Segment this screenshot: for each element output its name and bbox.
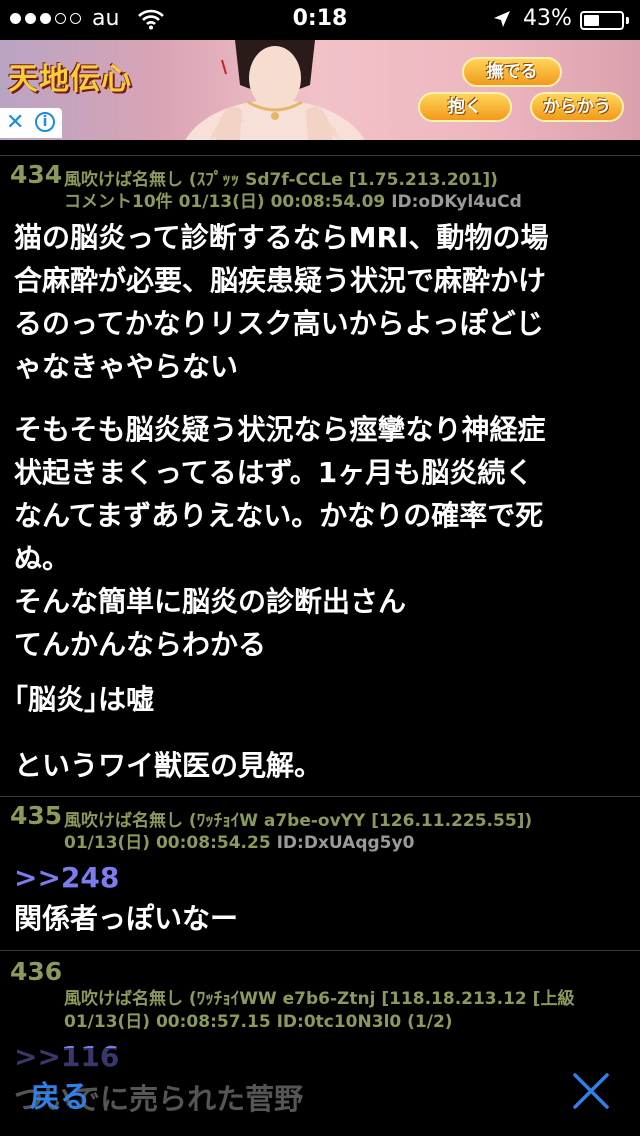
ad-close-icon[interactable]: ✕ <box>6 110 24 135</box>
location-arrow-icon <box>494 11 510 27</box>
post-datetime: 01/13(日) 00:08:54.09 <box>178 192 386 212</box>
post-meta-line: 01/13(日) 00:08:57.15 ID:0tc10N3l0 (1/2) <box>64 1012 453 1032</box>
post-435: 435 風吹けば名無し (ﾜｯﾁｮｲW a7be-ovYY [126.11.22… <box>0 797 640 949</box>
comment-count[interactable]: コメント10件 <box>64 192 173 212</box>
post-id[interactable]: ID:DxUAqg5y0 <box>277 833 415 853</box>
post-datetime: 01/13(日) 00:08:54.25 <box>64 833 271 853</box>
post-id[interactable]: ID:oDKyl4uCd <box>391 192 522 212</box>
ad-character-image <box>185 40 365 140</box>
ad-button-hug[interactable]: 抱く <box>418 92 512 122</box>
post-number[interactable]: 435 <box>10 801 62 830</box>
post-paragraph: そもそも脳炎疑う状況なら痙攣なり神経症 状起きまくってるはず。1ヶ月も脳炎続く … <box>14 413 546 661</box>
back-button[interactable]: 戻る <box>30 1072 90 1116</box>
battery-percent: 43% <box>523 6 572 31</box>
ad-info-icon[interactable]: i <box>35 112 55 132</box>
post-name-line: 風吹けば名無し (ﾜｯﾁｮｲWW e7b6-Ztnj [118.18.213.1… <box>64 989 575 1009</box>
post-number[interactable]: 436 <box>10 957 62 986</box>
post-434: 434 風吹けば名無し (ｽﾌﾟｯｯ Sd7f-CCLe [1.75.213.2… <box>0 156 640 796</box>
battery-icon <box>580 11 624 30</box>
ad-banner[interactable]: 天地伝心 撫でる 抱く からかう ✕ i <box>0 40 640 140</box>
post-meta-line: コメント10件 01/13(日) 00:08:54.09 ID:oDKyl4uC… <box>64 187 522 212</box>
status-bar: au 0:18 43% <box>0 0 640 40</box>
post-paragraph: というワイ獣医の見解。 <box>14 749 323 782</box>
post-number[interactable]: 434 <box>10 160 62 189</box>
battery-tip <box>626 17 629 24</box>
post-paragraph: ｢脳炎｣は嘘 <box>14 683 155 716</box>
ad-choices: ✕ i <box>0 108 62 138</box>
post-paragraph: 猫の脳炎って診断するならMRI、動物の場 合麻酔が必要、脳疾患疑う状況で麻酔かけ… <box>14 221 549 383</box>
close-icon[interactable] <box>572 1072 610 1110</box>
ad-logo: 天地伝心 <box>8 62 132 97</box>
reply-anchor-link[interactable]: >>248 <box>14 861 119 894</box>
post-paragraph: 関係者っぽいなー <box>14 902 239 935</box>
ad-button-tease[interactable]: からかう <box>530 92 624 122</box>
ad-button-stroke[interactable]: 撫でる <box>462 57 562 87</box>
post-meta-line: 01/13(日) 00:08:54.25 ID:DxUAqg5y0 <box>64 828 414 853</box>
battery-level <box>584 15 599 26</box>
